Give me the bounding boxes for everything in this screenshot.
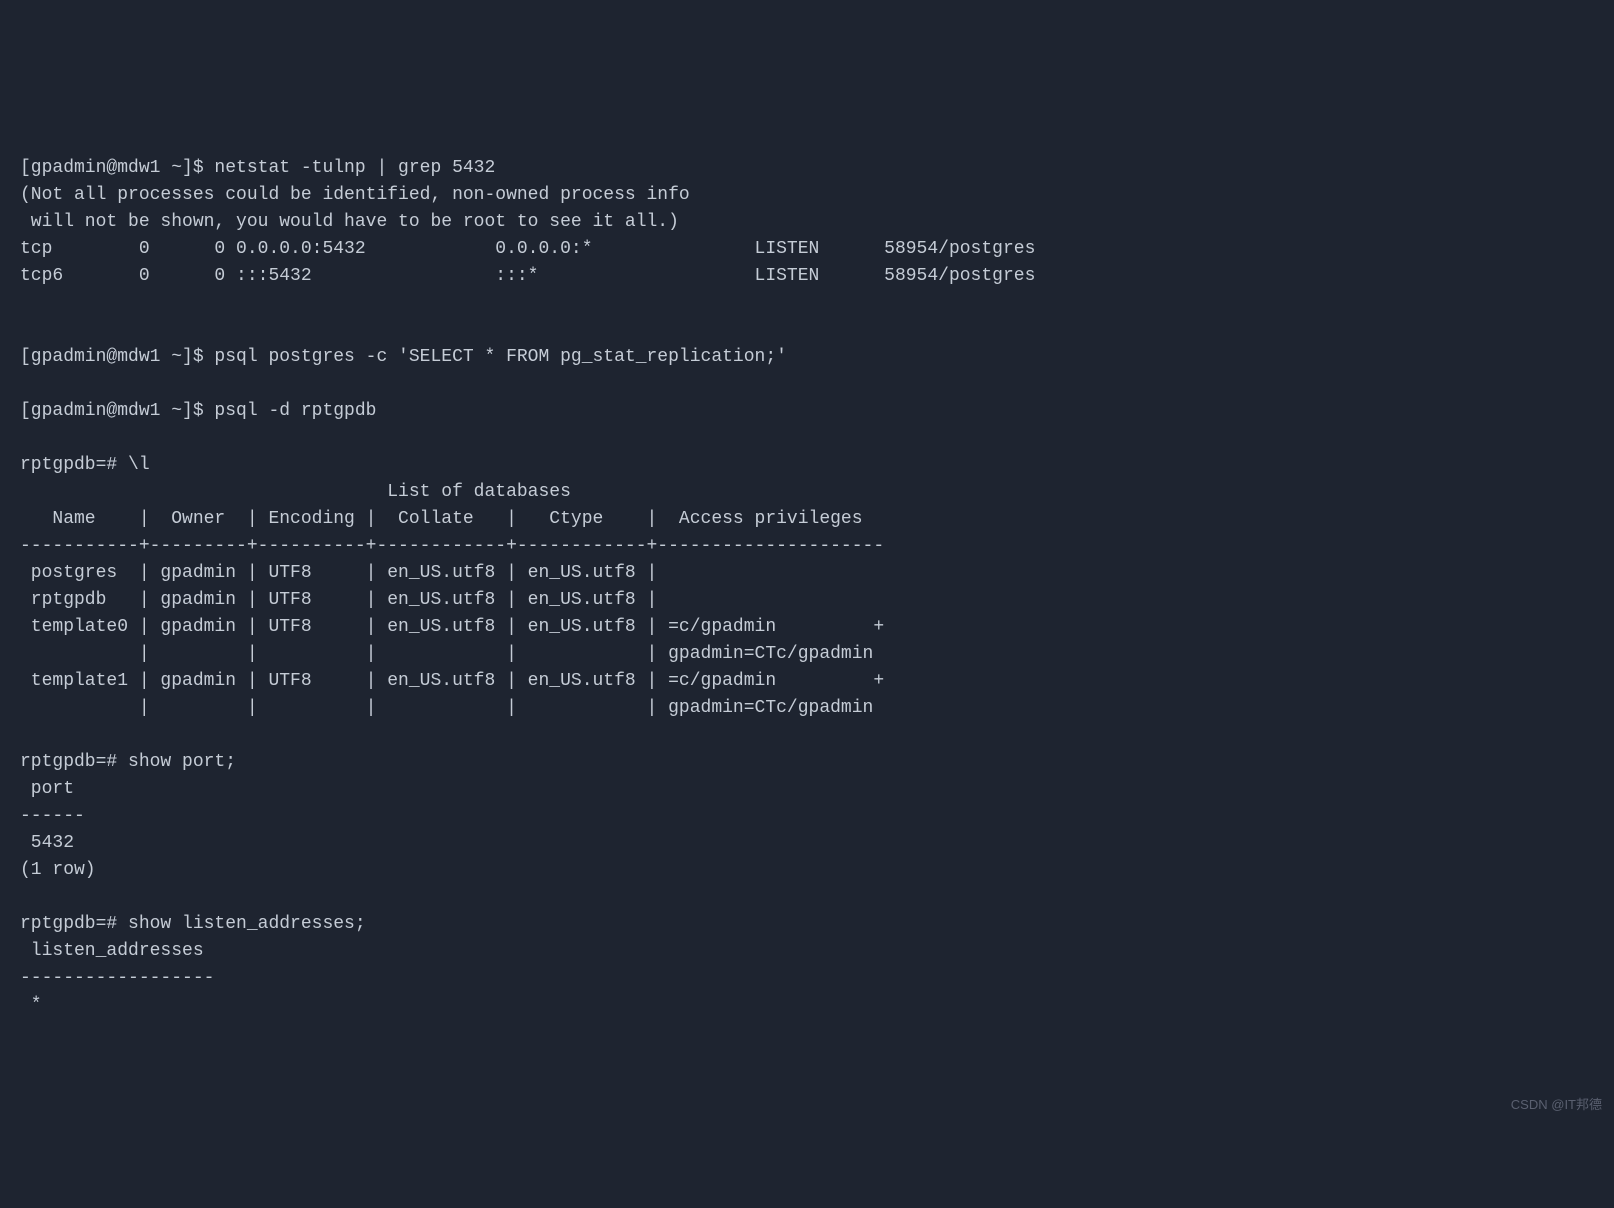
terminal-line: [gpadmin@mdw1 ~]$ psql -d rptgpdb xyxy=(20,401,376,421)
terminal-line: will not be shown, you would have to be … xyxy=(20,212,679,232)
terminal-line: ------ xyxy=(20,806,85,826)
terminal-line: tcp 0 0 0.0.0.0:5432 0.0.0.0:* LISTEN 58… xyxy=(20,239,1035,259)
terminal-line: ------------------ xyxy=(20,968,214,988)
terminal-line: rptgpdb=# \l xyxy=(20,455,150,475)
terminal-line: (1 row) xyxy=(20,860,96,880)
terminal-line: 5432 xyxy=(20,833,74,853)
terminal-line: rptgpdb | gpadmin | UTF8 | en_US.utf8 | … xyxy=(20,590,668,610)
terminal-line: [gpadmin@mdw1 ~]$ psql postgres -c 'SELE… xyxy=(20,347,787,367)
terminal-line: tcp6 0 0 :::5432 :::* LISTEN 58954/postg… xyxy=(20,266,1035,286)
terminal-line: listen_addresses xyxy=(20,941,214,961)
terminal-line: [gpadmin@mdw1 ~]$ netstat -tulnp | grep … xyxy=(20,158,495,178)
terminal-line: port xyxy=(20,779,85,799)
terminal-line: | | | | | gpadmin=CTc/gpadmin xyxy=(20,644,873,664)
terminal-output: [gpadmin@mdw1 ~]$ netstat -tulnp | grep … xyxy=(20,128,1594,1019)
terminal-line: rptgpdb=# show port; xyxy=(20,752,236,772)
terminal-line: (Not all processes could be identified, … xyxy=(20,185,690,205)
terminal-line: template1 | gpadmin | UTF8 | en_US.utf8 … xyxy=(20,671,884,691)
watermark: CSDN @IT邦德 xyxy=(1511,1095,1602,1115)
terminal-line: Name | Owner | Encoding | Collate | Ctyp… xyxy=(20,509,884,529)
terminal-line: template0 | gpadmin | UTF8 | en_US.utf8 … xyxy=(20,617,884,637)
terminal-line: rptgpdb=# show listen_addresses; xyxy=(20,914,366,934)
terminal-line: * xyxy=(20,995,42,1015)
terminal-line: List of databases xyxy=(20,482,571,502)
terminal-line: -----------+---------+----------+-------… xyxy=(20,536,884,556)
terminal-line: | | | | | gpadmin=CTc/gpadmin xyxy=(20,698,873,718)
terminal-line: postgres | gpadmin | UTF8 | en_US.utf8 |… xyxy=(20,563,668,583)
